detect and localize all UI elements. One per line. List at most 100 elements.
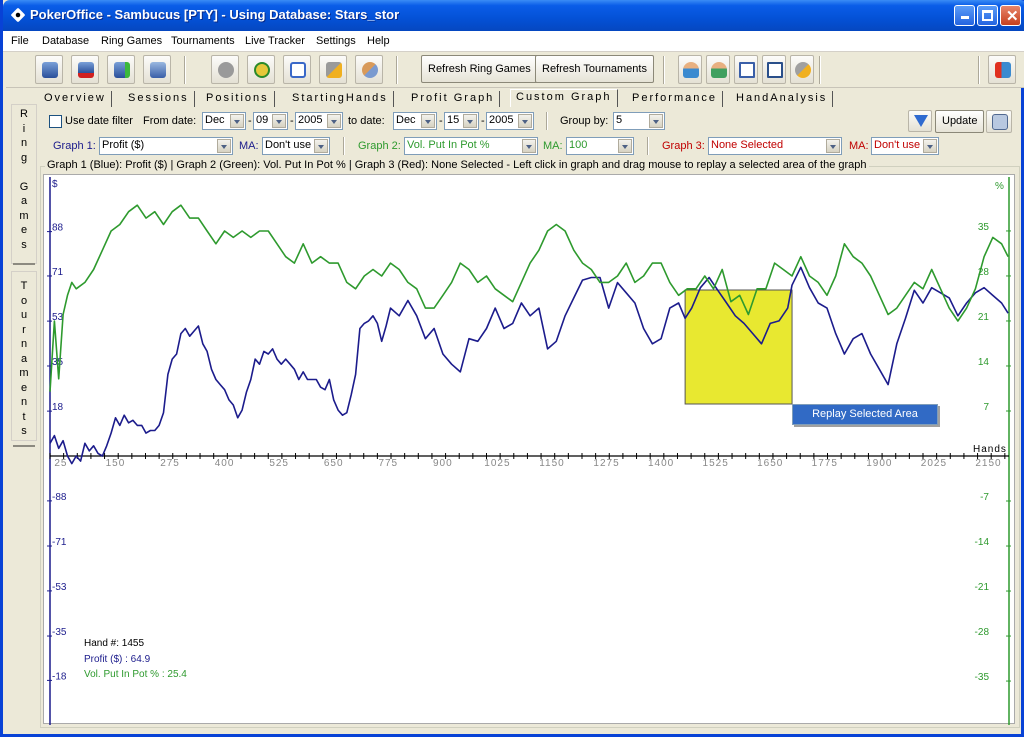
tab-positions[interactable]: Positions bbox=[201, 91, 275, 107]
from-month-select[interactable]: Dec bbox=[202, 112, 246, 130]
settings-button[interactable] bbox=[211, 55, 239, 84]
x-tick-label: 400 bbox=[215, 458, 235, 469]
graph3-ma-select[interactable]: Don't use bbox=[871, 137, 939, 155]
menu-ring-games[interactable]: Ring Games bbox=[101, 35, 162, 47]
filter-funnel-icon bbox=[914, 115, 928, 127]
table-grid-button[interactable] bbox=[734, 55, 758, 84]
tab-sessions[interactable]: Sessions bbox=[123, 91, 195, 107]
minimize-icon bbox=[961, 16, 969, 19]
graph2-ma-value: 100 bbox=[569, 139, 588, 151]
x-axis-label: Hands bbox=[973, 444, 1007, 455]
menu-database[interactable]: Database bbox=[42, 35, 89, 47]
left-y-tick-label: 18 bbox=[52, 402, 64, 413]
application-window: PokerOffice - Sambucus [PTY] - Using Dat… bbox=[0, 0, 1024, 737]
player-button[interactable] bbox=[678, 55, 702, 84]
tab-overview[interactable]: Overview bbox=[39, 91, 112, 107]
side-panel: R i n g G a m e s T o u r n a m e n t s bbox=[11, 95, 37, 450]
player-search-button[interactable] bbox=[355, 55, 383, 84]
close-button[interactable]: ✕ bbox=[1000, 5, 1021, 26]
refresh-tournaments-button[interactable]: Refresh Tournaments bbox=[535, 55, 654, 83]
tab-starting-hands[interactable]: StartingHands bbox=[287, 91, 394, 107]
clock-refresh-button[interactable] bbox=[247, 55, 275, 84]
right-y-tick-label: 14 bbox=[978, 357, 990, 368]
date-dash: - bbox=[439, 115, 443, 127]
menu-live-tracker[interactable]: Live Tracker bbox=[245, 35, 305, 47]
save-database-button[interactable] bbox=[35, 55, 63, 84]
preferences-button[interactable] bbox=[790, 55, 814, 84]
toolbar: Refresh Ring Games Refresh Tournaments bbox=[6, 52, 1024, 88]
delete-database-icon bbox=[78, 62, 94, 78]
filter-button[interactable] bbox=[908, 110, 932, 132]
add-database-icon bbox=[114, 62, 130, 78]
tab-custom-graph[interactable]: Custom Graph bbox=[510, 89, 618, 107]
right-y-tick-label: 21 bbox=[978, 312, 990, 323]
right-y-tick-label: -28 bbox=[975, 627, 990, 638]
add-database-button[interactable] bbox=[107, 55, 135, 84]
maximize-button[interactable] bbox=[977, 5, 998, 26]
chevron-down-icon bbox=[518, 114, 532, 128]
table-color-button[interactable] bbox=[762, 55, 786, 84]
check-database-button[interactable] bbox=[143, 55, 171, 84]
toolbar-separator bbox=[663, 56, 665, 84]
date-dash: - bbox=[290, 115, 294, 127]
graph1-select[interactable]: Profit ($) bbox=[99, 137, 233, 155]
chevron-down-icon bbox=[463, 114, 477, 128]
right-y-tick-label: 35 bbox=[978, 222, 990, 233]
selection-rectangle bbox=[684, 289, 793, 405]
graph3-ma-label: MA: bbox=[849, 140, 869, 152]
side-tab-tournaments[interactable]: T o u r n a m e n t s bbox=[11, 271, 37, 441]
group-by-select[interactable]: 5 bbox=[613, 112, 665, 130]
player-search-icon bbox=[362, 62, 378, 78]
from-day-select[interactable]: 09 bbox=[253, 112, 288, 130]
side-tab-ring-games-label: R i n g G a m e s bbox=[19, 108, 29, 251]
update-button[interactable]: Update bbox=[935, 110, 985, 133]
profit-series-line bbox=[49, 266, 1009, 465]
use-date-filter-checkbox[interactable] bbox=[49, 115, 62, 128]
players-button[interactable] bbox=[706, 55, 730, 84]
chart-area[interactable]: $% Hands 25 150 275 400 525 650 775 900 1025 1150 12… bbox=[43, 174, 1016, 725]
chevron-down-icon bbox=[923, 139, 937, 153]
title-bar[interactable]: PokerOffice - Sambucus [PTY] - Using Dat… bbox=[3, 0, 1024, 31]
export-button[interactable] bbox=[283, 55, 311, 84]
graph2-ma-select[interactable]: 100 bbox=[566, 137, 634, 155]
x-tick-label: 1275 bbox=[593, 458, 619, 469]
menu-file[interactable]: File bbox=[11, 35, 29, 47]
left-y-tick-label: 71 bbox=[52, 267, 64, 278]
replay-selected-area-menu-item[interactable]: Replay Selected Area bbox=[792, 404, 938, 425]
tools-icon bbox=[326, 62, 342, 78]
menu-tournaments[interactable]: Tournaments bbox=[171, 35, 235, 47]
group-by-label: Group by: bbox=[560, 115, 609, 127]
x-tick-label: 2150 bbox=[975, 458, 1001, 469]
minimize-button[interactable] bbox=[954, 5, 975, 26]
group-by-value: 5 bbox=[616, 114, 623, 126]
players-icon bbox=[711, 62, 727, 78]
to-month-select[interactable]: Dec bbox=[393, 112, 437, 130]
right-y-tick-label: 7 bbox=[983, 402, 989, 413]
chart-svg[interactable]: $ % Hands 25 150 275 400 525 650 775 900 1025 1150 12… bbox=[44, 175, 1016, 725]
refresh-ring-games-button[interactable]: Refresh Ring Games bbox=[421, 55, 538, 83]
x-tick-label: 275 bbox=[160, 458, 180, 469]
menu-settings[interactable]: Settings bbox=[316, 35, 356, 47]
delete-database-button[interactable] bbox=[71, 55, 99, 84]
graph2-select[interactable]: Vol. Put In Pot % bbox=[404, 137, 538, 155]
tab-performance[interactable]: Performance bbox=[627, 91, 723, 107]
chevron-down-icon bbox=[217, 139, 231, 153]
to-date-label: to date: bbox=[348, 115, 385, 127]
to-year-value: 2005 bbox=[489, 114, 514, 126]
print-button[interactable] bbox=[986, 110, 1012, 133]
side-tab-ring-games[interactable]: R i n g G a m e s bbox=[11, 104, 37, 264]
graph-separator bbox=[343, 137, 345, 155]
check-database-icon bbox=[150, 62, 166, 78]
graph3-select[interactable]: None Selected bbox=[708, 137, 842, 155]
tools-button[interactable] bbox=[319, 55, 347, 84]
tab-profit-graph[interactable]: Profit Graph bbox=[406, 91, 501, 107]
from-year-select[interactable]: 2005 bbox=[295, 112, 343, 130]
x-tick-label: 1900 bbox=[866, 458, 892, 469]
exit-button[interactable] bbox=[988, 55, 1016, 84]
graph1-ma-select[interactable]: Don't use bbox=[262, 137, 330, 155]
to-year-select[interactable]: 2005 bbox=[486, 112, 534, 130]
to-day-select[interactable]: 15 bbox=[444, 112, 479, 130]
menu-help[interactable]: Help bbox=[367, 35, 390, 47]
tab-hand-analysis[interactable]: HandAnalysis bbox=[731, 91, 834, 107]
toolbar-separator bbox=[978, 56, 980, 84]
